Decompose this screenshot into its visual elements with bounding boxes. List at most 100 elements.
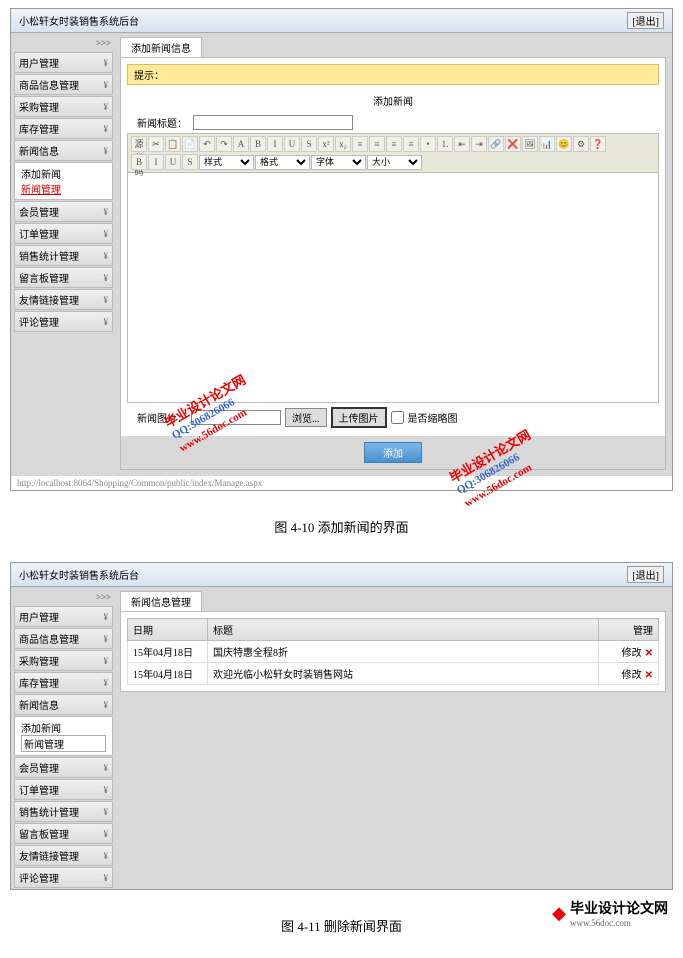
logout-button[interactable]: [退出]: [627, 566, 664, 583]
chevron-icon: ¥: [104, 273, 109, 283]
chevron-icon: ¥: [104, 80, 109, 90]
sidebar: >>> 用户管理¥ 商品信息管理¥ 采购管理¥ 库存管理¥ 新闻信息¥ 添加新闻…: [11, 587, 116, 889]
toolbar-button[interactable]: 1.: [437, 136, 453, 152]
sidebar-item-order[interactable]: 订单管理¥: [14, 779, 113, 800]
editor-body[interactable]: [127, 173, 659, 403]
toolbar-button[interactable]: S: [301, 136, 317, 152]
sidebar: >>> 用户管理¥ 商品信息管理¥ 采购管理¥ 库存管理¥ 新闻信息¥ 添加新闻…: [11, 33, 116, 476]
toolbar-button[interactable]: ↶: [199, 136, 215, 152]
toolbar-button[interactable]: ⇤: [454, 136, 470, 152]
sidebar-item-links[interactable]: 友情链接管理¥: [14, 289, 113, 310]
sub-manage-news[interactable]: 新闻管理: [21, 181, 106, 196]
toolbar-button[interactable]: 📊: [539, 136, 555, 152]
sidebar-item-message[interactable]: 留言板管理¥: [14, 823, 113, 844]
chevron-icon: ¥: [104, 207, 109, 217]
browse-button[interactable]: 浏览...: [285, 408, 327, 427]
toolbar-button[interactable]: A: [233, 136, 249, 152]
chevron-icon: ¥: [104, 317, 109, 327]
sub-add-news[interactable]: 添加新闻: [21, 166, 106, 181]
file-input[interactable]: [191, 410, 281, 425]
upload-button[interactable]: 上传图片: [331, 407, 387, 428]
sidebar-item-stock[interactable]: 库存管理¥: [14, 118, 113, 139]
status-url: http://localhost:8064/Shopping/Common/pu…: [11, 476, 672, 490]
toolbar-select[interactable]: 字体: [311, 155, 366, 170]
chevron-icon: ¥: [104, 124, 109, 134]
tab-manage-news[interactable]: 新闻信息管理: [120, 591, 202, 611]
submit-button[interactable]: 添加: [364, 442, 422, 463]
toolbar-button[interactable]: ❓: [590, 136, 606, 152]
collapse-toggle[interactable]: >>>: [11, 590, 116, 605]
panel-add-news: 小松轩女时装销售系统后台 [退出] >>> 用户管理¥ 商品信息管理¥ 采购管理…: [10, 8, 673, 491]
toolbar-button[interactable]: U: [165, 154, 181, 170]
news-table: 日期 标题 管理 15年04月18日 国庆特惠全程8折 修改✕ 15年04月18…: [127, 618, 659, 685]
thumb-checkbox[interactable]: [391, 411, 404, 424]
table-row: 15年04月18日 欢迎光临小松轩女时装销售网站 修改✕: [128, 663, 659, 685]
label-title: 新闻标题：: [127, 115, 187, 130]
toolbar-button[interactable]: x₂: [335, 136, 351, 152]
toolbar-button[interactable]: U: [284, 136, 300, 152]
input-news-title[interactable]: [193, 115, 353, 130]
figure-caption-1: 图 4-10 添加新闻的界面: [0, 499, 683, 554]
content-area: 添加新闻信息 提示： 添加新闻 新闻标题： 源代码✂📋📄↶↷ABIUSx²x₂≡…: [116, 33, 672, 476]
sidebar-item-purchase[interactable]: 采购管理¥: [14, 96, 113, 117]
app-title: 小松轩女时装销售系统后台: [19, 13, 139, 28]
collapse-toggle[interactable]: >>>: [11, 36, 116, 51]
sidebar-item-news[interactable]: 新闻信息¥: [14, 694, 113, 715]
sub-add-news[interactable]: 添加新闻: [21, 720, 106, 735]
toolbar-select[interactable]: 大小: [367, 155, 422, 170]
toolbar-button[interactable]: S: [182, 154, 198, 170]
sidebar-item-sales[interactable]: 销售统计管理¥: [14, 801, 113, 822]
toolbar-button[interactable]: ⚙: [573, 136, 589, 152]
toolbar-button[interactable]: •: [420, 136, 436, 152]
toolbar-button[interactable]: 📋: [165, 136, 181, 152]
delete-icon[interactable]: ✕: [645, 648, 653, 659]
toolbar-button[interactable]: ⇥: [471, 136, 487, 152]
sidebar-item-stock[interactable]: 库存管理¥: [14, 672, 113, 693]
sidebar-item-message[interactable]: 留言板管理¥: [14, 267, 113, 288]
col-mgmt: 管理: [599, 619, 659, 641]
sidebar-item-order[interactable]: 订单管理¥: [14, 223, 113, 244]
toolbar-button[interactable]: 😊: [556, 136, 572, 152]
edit-link[interactable]: 修改: [622, 670, 642, 681]
toolbar-button[interactable]: ≡: [369, 136, 385, 152]
tab-add-news[interactable]: 添加新闻信息: [120, 37, 202, 57]
toolbar-button[interactable]: ≡: [386, 136, 402, 152]
panel-header: 小松轩女时装销售系统后台 [退出]: [11, 9, 672, 33]
toolbar-button[interactable]: ≡: [352, 136, 368, 152]
hint-bar: 提示：: [127, 64, 659, 85]
sidebar-item-sales[interactable]: 销售统计管理¥: [14, 245, 113, 266]
chevron-icon: ¥: [104, 251, 109, 261]
toolbar-button[interactable]: ≡: [403, 136, 419, 152]
toolbar-select[interactable]: 格式: [255, 155, 310, 170]
toolbar-button[interactable]: 源代码: [131, 136, 147, 152]
toolbar-button[interactable]: B: [131, 154, 147, 170]
sidebar-item-member[interactable]: 会员管理¥: [14, 757, 113, 778]
sidebar-item-news[interactable]: 新闻信息¥: [14, 140, 113, 161]
toolbar-button[interactable]: 🔗: [488, 136, 504, 152]
sidebar-item-purchase[interactable]: 采购管理¥: [14, 650, 113, 671]
sub-manage-news[interactable]: 新闻管理: [21, 735, 106, 752]
toolbar-button[interactable]: 🖼: [522, 136, 538, 152]
toolbar-button[interactable]: B: [250, 136, 266, 152]
sidebar-item-member[interactable]: 会员管理¥: [14, 201, 113, 222]
toolbar-select[interactable]: 样式: [199, 155, 254, 170]
sidebar-item-comment[interactable]: 评论管理¥: [14, 311, 113, 332]
toolbar-button[interactable]: ↷: [216, 136, 232, 152]
toolbar-button[interactable]: ❌: [505, 136, 521, 152]
section-title: 添加新闻: [127, 89, 659, 112]
sidebar-item-comment[interactable]: 评论管理¥: [14, 867, 113, 888]
sidebar-item-product[interactable]: 商品信息管理¥: [14, 628, 113, 649]
delete-icon[interactable]: ✕: [645, 670, 653, 681]
toolbar-button[interactable]: x²: [318, 136, 334, 152]
panel-header: 小松轩女时装销售系统后台 [退出]: [11, 563, 672, 587]
sidebar-item-product[interactable]: 商品信息管理¥: [14, 74, 113, 95]
sidebar-item-user[interactable]: 用户管理¥: [14, 52, 113, 73]
toolbar-button[interactable]: ✂: [148, 136, 164, 152]
sidebar-item-user[interactable]: 用户管理¥: [14, 606, 113, 627]
toolbar-button[interactable]: I: [148, 154, 164, 170]
sidebar-item-links[interactable]: 友情链接管理¥: [14, 845, 113, 866]
edit-link[interactable]: 修改: [622, 648, 642, 659]
toolbar-button[interactable]: 📄: [182, 136, 198, 152]
toolbar-button[interactable]: I: [267, 136, 283, 152]
logout-button[interactable]: [退出]: [627, 12, 664, 29]
